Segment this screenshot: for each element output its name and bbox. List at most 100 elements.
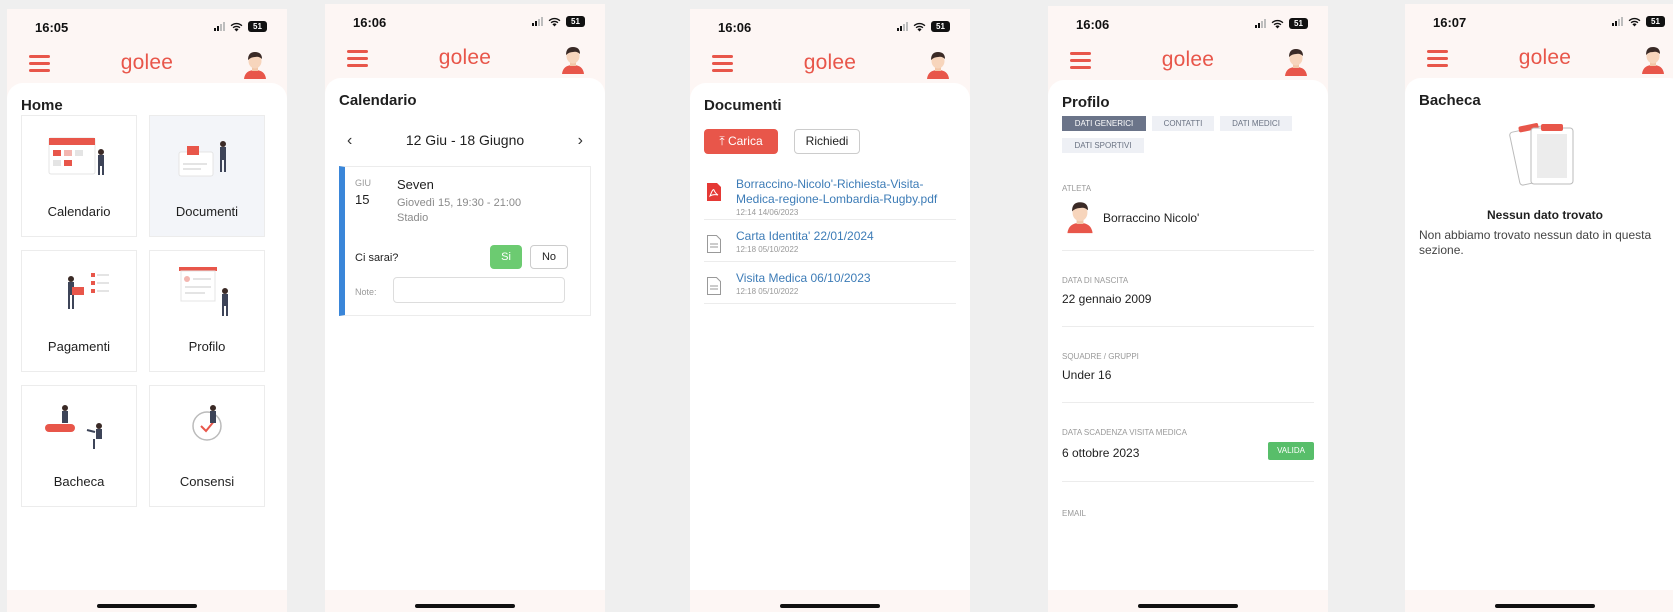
page-title: Documenti [704, 97, 782, 114]
status-icons: 51 [532, 16, 585, 27]
wifi-icon [1628, 17, 1641, 26]
document-icon [707, 277, 721, 295]
field-label: DATA DI NASCITA [1062, 276, 1129, 285]
note-input[interactable] [393, 277, 565, 303]
empty-state-title: Nessun dato trovato [1486, 208, 1603, 222]
upload-button-label: Carica [727, 134, 763, 148]
document-icon [707, 235, 721, 253]
field-label: DATA SCADENZA VISITA MEDICA [1062, 428, 1187, 437]
status-badge: VALIDA [1268, 442, 1314, 460]
avatar-icon[interactable] [1282, 46, 1310, 76]
field-label: ATLETA [1062, 184, 1092, 193]
attend-yes-button[interactable]: Si [490, 245, 522, 269]
avatar-icon[interactable] [559, 44, 587, 74]
event-day: 15 [355, 192, 370, 207]
document-row[interactable]: Visita Medica 06/10/2023 12:18 05/10/202… [704, 271, 956, 304]
consent-illustration-icon [192, 405, 222, 441]
status-icons: 51 [214, 21, 267, 32]
avatar-icon[interactable] [924, 49, 952, 79]
week-label: 12 Giu - 18 Giugno [405, 132, 525, 148]
tab-dati-generici[interactable]: DATI GENERICI [1062, 116, 1146, 131]
attend-no-button[interactable]: No [530, 245, 568, 269]
status-time: 16:06 [1076, 17, 1110, 32]
home-content: Home Calendario Documenti Pagamenti Prof… [7, 83, 287, 590]
teams-value: Under 16 [1062, 368, 1112, 382]
document-date: 12:18 05/10/2022 [736, 287, 799, 296]
email-field: EMAIL [1062, 509, 1314, 539]
tab-contatti[interactable]: CONTATTI [1152, 116, 1214, 131]
document-row[interactable]: Borraccino-Nicolo'-Richiesta-Visita-Medi… [704, 177, 956, 220]
signal-icon [1612, 17, 1623, 26]
document-name: Carta Identita' 22/01/2024 [736, 229, 874, 243]
documents-content: Documenti ⤒ Carica Richiedi Borraccino-N… [690, 83, 970, 590]
empty-clipboard-icon [1509, 123, 1574, 186]
page-title: Bacheca [1419, 92, 1481, 109]
wifi-icon [1271, 19, 1284, 28]
status-bar: 16:06 51 [325, 4, 605, 36]
signal-icon [214, 22, 225, 31]
home-indicator [97, 604, 197, 608]
document-date: 12:14 14/06/2023 [736, 208, 799, 217]
phone-calendario: 16:06 51 golee Calendario ‹ 12 Giu - 18 … [325, 4, 605, 612]
wifi-icon [548, 17, 561, 26]
event-details: Giovedì 15, 19:30 - 21:00 Stadio [397, 196, 521, 226]
tile-consensi[interactable]: Consensi [149, 385, 265, 507]
page-title: Home [21, 97, 63, 114]
note-label: Note: [355, 287, 377, 297]
document-name: Visita Medica 06/10/2023 [736, 271, 871, 285]
home-indicator [415, 604, 515, 608]
document-row[interactable]: Carta Identita' 22/01/2024 12:18 05/10/2… [704, 229, 956, 262]
profile-illustration-icon [179, 267, 228, 316]
signal-icon [532, 17, 543, 26]
tile-label: Profilo [188, 339, 226, 354]
battery-icon: 51 [1646, 16, 1665, 27]
avatar-icon[interactable] [241, 49, 269, 79]
wifi-icon [913, 22, 926, 31]
tab-dati-sportivi[interactable]: DATI SPORTIVI [1062, 138, 1144, 153]
home-indicator [1138, 604, 1238, 608]
tile-label: Documenti [175, 204, 239, 219]
attendance-question: Ci sarai? [355, 252, 399, 264]
status-time: 16:07 [1433, 15, 1467, 30]
event-title: Seven [397, 177, 434, 192]
page-title: Calendario [339, 92, 417, 109]
request-button[interactable]: Richiedi [794, 129, 860, 154]
status-time: 16:06 [718, 20, 752, 35]
battery-icon: 51 [1289, 18, 1308, 29]
tile-label: Consensi [179, 474, 235, 489]
status-icons: 51 [1612, 16, 1665, 27]
phone-bacheca: 16:07 51 golee Bacheca Nessun dato trova [1405, 4, 1673, 612]
upload-icon: ⤒ [719, 134, 728, 148]
tile-label: Bacheca [53, 474, 105, 489]
tile-documenti[interactable]: Documenti [149, 115, 265, 237]
document-name: Borraccino-Nicolo'-Richiesta-Visita-Medi… [736, 177, 938, 206]
calendar-content: Calendario ‹ 12 Giu - 18 Giugno › GIU 15… [325, 78, 605, 590]
medical-expiry-value: 6 ottobre 2023 [1062, 446, 1140, 460]
medical-expiry-field: DATA SCADENZA VISITA MEDICA 6 ottobre 20… [1062, 428, 1314, 482]
payments-illustration-icon [68, 273, 109, 309]
battery-icon: 51 [566, 16, 585, 27]
avatar-icon[interactable] [1639, 44, 1667, 74]
tab-dati-medici[interactable]: DATI MEDICI [1220, 116, 1292, 131]
tile-calendario[interactable]: Calendario [21, 115, 137, 237]
app-logo: golee [1518, 46, 1572, 69]
status-bar: 16:06 51 [1048, 6, 1328, 38]
field-label: SQUADRE / GRUPPI [1062, 352, 1139, 361]
athlete-avatar-icon [1067, 202, 1093, 234]
field-label: EMAIL [1062, 509, 1087, 518]
tile-pagamenti[interactable]: Pagamenti [21, 250, 137, 372]
profile-content: Profilo DATI GENERICI CONTATTI DATI MEDI… [1048, 80, 1328, 590]
teams-field: SQUADRE / GRUPPI Under 16 [1062, 352, 1314, 403]
tile-bacheca[interactable]: Bacheca [21, 385, 137, 507]
signal-icon [1255, 19, 1266, 28]
status-bar: 16:06 51 [690, 9, 970, 41]
next-week-button[interactable]: › [578, 132, 583, 150]
pdf-icon [707, 183, 721, 201]
athlete-field: ATLETA Borraccino Nicolo' [1062, 184, 1314, 251]
tile-label: Pagamenti [47, 339, 111, 354]
signal-icon [897, 22, 908, 31]
event-card[interactable]: GIU 15 Seven Giovedì 15, 19:30 - 21:00 S… [339, 166, 591, 316]
upload-button[interactable]: ⤒ Carica [704, 129, 778, 154]
tile-profilo[interactable]: Profilo [149, 250, 265, 372]
birthdate-value: 22 gennaio 2009 [1062, 292, 1152, 306]
